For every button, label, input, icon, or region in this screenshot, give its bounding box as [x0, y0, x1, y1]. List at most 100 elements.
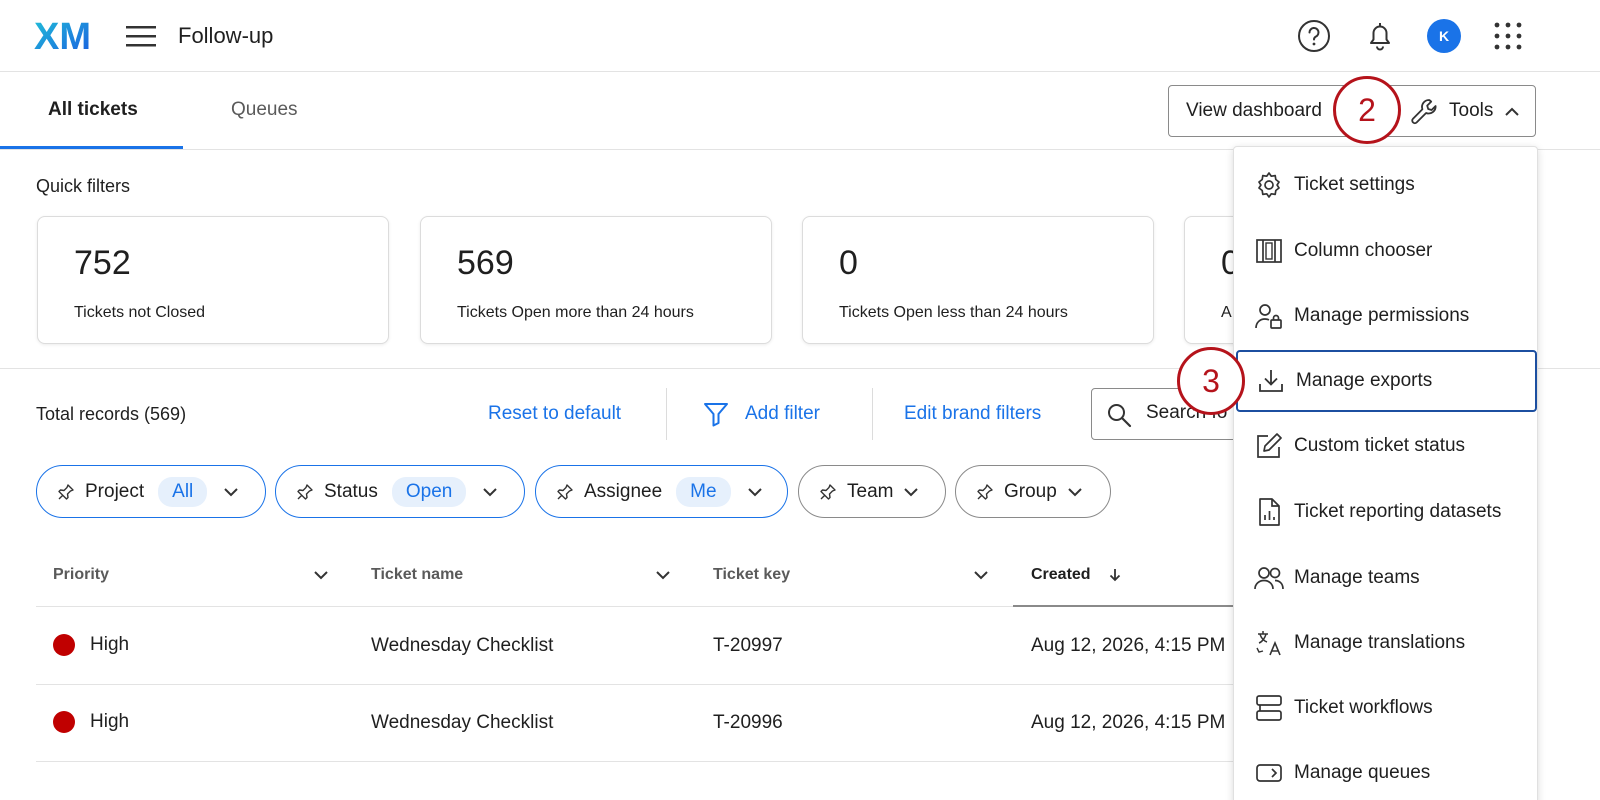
card-label: Tickets Open less than 24 hours	[839, 304, 1068, 321]
active-tab-indicator	[0, 146, 183, 149]
chevron-down-icon	[1068, 487, 1082, 496]
notifications-bell-icon[interactable]	[1362, 18, 1398, 54]
card-label: Tickets Open more than 24 hours	[457, 304, 694, 321]
queue-icon	[1256, 764, 1282, 782]
ticket-key-cell: T-20996	[713, 712, 783, 733]
sorted-column-indicator	[1013, 605, 1236, 607]
columns-icon	[1256, 239, 1282, 263]
menu-item-label: Column chooser	[1294, 240, 1433, 261]
tools-dropdown-menu: Ticket settings Column chooser Manage pe…	[1233, 146, 1538, 800]
reset-to-default-link[interactable]: Reset to default	[488, 402, 621, 426]
menu-item-manage-exports[interactable]: Manage exports	[1236, 350, 1537, 412]
quick-filter-card[interactable]: 569 Tickets Open more than 24 hours	[420, 216, 772, 344]
created-cell: Aug 12, 2026, 4:15 PM	[1031, 635, 1226, 656]
menu-item-column-chooser[interactable]: Column chooser	[1234, 220, 1537, 280]
xm-logo[interactable]: XM	[34, 18, 92, 54]
chip-label: Status	[324, 480, 378, 502]
app-grid-icon[interactable]	[1490, 18, 1526, 54]
chip-label: Group	[1004, 480, 1057, 502]
chip-value: All	[158, 476, 208, 507]
menu-item-label: Manage permissions	[1294, 305, 1470, 326]
filter-chip-team[interactable]: Team	[798, 465, 946, 518]
total-records: Total records (569)	[36, 404, 187, 424]
filter-chip-status[interactable]: Status Open	[275, 465, 525, 518]
gear-icon	[1258, 172, 1280, 198]
chevron-down-icon[interactable]	[313, 567, 329, 583]
toolbar-divider	[666, 388, 667, 440]
filter-chip-group[interactable]: Group	[955, 465, 1111, 518]
chevron-down-icon	[904, 487, 919, 496]
top-bar: XM Follow-up K	[0, 0, 1600, 72]
menu-item-label: Manage teams	[1294, 567, 1420, 588]
column-header-ticket-name[interactable]: Ticket name	[371, 564, 463, 586]
row-divider	[36, 761, 1236, 762]
quick-filter-card[interactable]: 752 Tickets not Closed	[37, 216, 389, 344]
chip-value: Me	[676, 476, 731, 507]
chevron-up-icon[interactable]	[1504, 104, 1520, 120]
menu-item-label: Ticket settings	[1294, 174, 1415, 195]
card-label: A	[1221, 304, 1232, 321]
chip-label: Team	[847, 480, 894, 502]
card-count: 752	[74, 244, 131, 282]
edit-icon	[1257, 433, 1282, 458]
menu-item-label: Custom ticket status	[1294, 435, 1466, 456]
chevron-down-icon[interactable]	[973, 567, 989, 583]
ticket-name-cell[interactable]: Wednesday Checklist	[371, 634, 553, 658]
column-header-ticket-key[interactable]: Ticket key	[713, 564, 790, 586]
chevron-down-icon	[483, 487, 498, 496]
menu-item-ticket-reporting-datasets[interactable]: Ticket reporting datasets	[1234, 481, 1537, 541]
pin-icon	[557, 483, 573, 500]
tab-queues[interactable]: Queues	[231, 98, 298, 122]
edit-brand-filters-link[interactable]: Edit brand filters	[904, 402, 1041, 426]
menu-item-ticket-settings[interactable]: Ticket settings	[1234, 154, 1537, 214]
card-label: Tickets not Closed	[74, 304, 206, 321]
user-lock-icon	[1255, 304, 1282, 329]
created-cell: Aug 12, 2026, 4:15 PM	[1031, 712, 1226, 733]
menu-item-label: Manage exports	[1296, 370, 1433, 391]
filter-icon[interactable]	[703, 401, 729, 427]
toolbar-divider	[872, 388, 873, 440]
column-header-created[interactable]: Created	[1031, 564, 1091, 586]
tools-button[interactable]: Tools	[1449, 99, 1493, 123]
users-icon	[1254, 567, 1284, 590]
priority-cell: High	[90, 634, 130, 655]
pin-icon	[977, 483, 993, 500]
priority-high-dot	[53, 634, 75, 656]
add-filter-button[interactable]: Add filter	[745, 402, 820, 426]
wrench-icon[interactable]	[1409, 97, 1439, 127]
chevron-down-icon	[747, 487, 762, 496]
chevron-down-icon[interactable]	[655, 567, 671, 583]
sort-arrow-down-icon[interactable]	[1107, 567, 1123, 583]
filter-chip-assignee[interactable]: Assignee Me	[535, 465, 788, 518]
menu-item-label: Manage translations	[1294, 632, 1466, 653]
chip-label: Project	[85, 480, 145, 502]
column-header-priority[interactable]: Priority	[53, 564, 109, 586]
menu-item-custom-ticket-status[interactable]: Custom ticket status	[1234, 415, 1537, 475]
tab-all-tickets[interactable]: All tickets	[48, 98, 138, 122]
pin-icon	[58, 483, 74, 500]
menu-item-manage-teams[interactable]: Manage teams	[1234, 547, 1537, 607]
translate-icon	[1256, 631, 1281, 656]
menu-item-manage-translations[interactable]: Manage translations	[1234, 612, 1537, 672]
hamburger-menu-icon[interactable]	[126, 24, 156, 48]
user-avatar[interactable]: K	[1427, 19, 1461, 53]
ticket-key-cell: T-20997	[713, 635, 783, 656]
menu-item-manage-queues[interactable]: Manage queues	[1234, 742, 1537, 800]
priority-cell: High	[90, 711, 130, 732]
report-file-icon	[1259, 498, 1280, 526]
menu-item-ticket-workflows[interactable]: Ticket workflows	[1234, 677, 1537, 737]
filter-chip-project[interactable]: Project All	[36, 465, 266, 518]
quick-filter-card[interactable]: 0 Tickets Open less than 24 hours	[802, 216, 1154, 344]
app-title: Follow-up	[178, 23, 274, 48]
menu-item-label: Manage queues	[1294, 762, 1431, 783]
workflow-icon	[1256, 695, 1282, 721]
menu-item-manage-permissions[interactable]: Manage permissions	[1234, 285, 1537, 345]
pin-icon	[297, 483, 313, 500]
priority-high-dot	[53, 711, 75, 733]
view-dashboard-button[interactable]: View dashboard	[1186, 99, 1322, 123]
step-marker-3: 3	[1177, 347, 1245, 415]
card-count: 569	[457, 244, 514, 282]
help-icon[interactable]	[1296, 18, 1332, 54]
ticket-name-cell[interactable]: Wednesday Checklist	[371, 711, 553, 735]
quick-filters-label: Quick filters	[36, 176, 131, 196]
